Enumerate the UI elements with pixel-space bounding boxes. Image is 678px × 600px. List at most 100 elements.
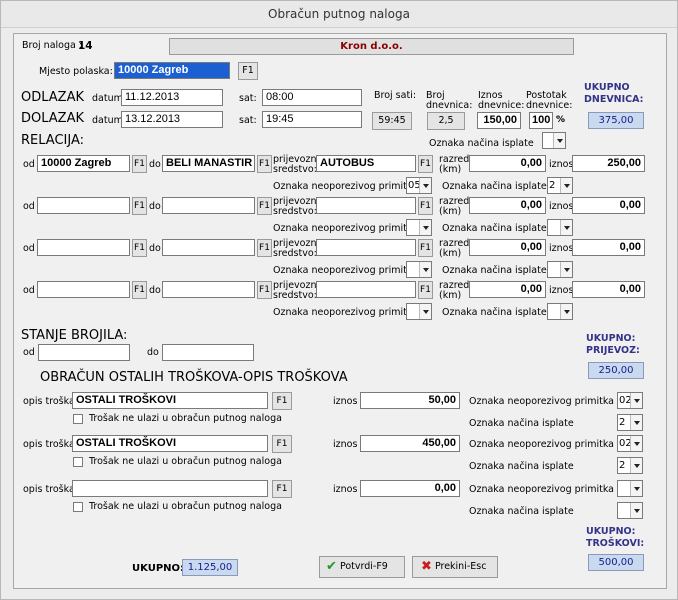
trosak-ne-ulazi-checkbox[interactable] [73,457,83,467]
prijevozno-f1-button[interactable]: F1 [418,155,433,173]
trosak-neoporezivog-select[interactable]: 02 [617,392,643,409]
prijevozno-sredstvo-input[interactable] [316,197,416,214]
opis-f1-button[interactable]: F1 [272,435,292,453]
prijevozno-f1-button[interactable]: F1 [418,197,433,215]
mjesto-polaska-input[interactable]: 10000 Zagreb [114,62,230,79]
prijevozno-f1-button[interactable]: F1 [418,239,433,257]
prijevozno-sredstvo-input[interactable] [316,281,416,298]
nacin-isplate-select[interactable] [547,219,573,236]
trosak-ne-ulazi-checkbox[interactable] [73,414,83,424]
neoporezivog-select[interactable]: 05 [406,177,432,194]
neoporezivog-select[interactable] [406,219,432,236]
relacija-od-f1-button[interactable]: F1 [132,155,147,173]
checkmark-icon: ✔ [326,559,337,574]
opis-troska-input[interactable] [72,480,268,497]
prekini-button[interactable]: ✖ Prekini-Esc [412,556,498,578]
relacija-od-label: od [23,243,35,254]
iznos-dnevnice-input[interactable]: 150,00 [477,112,521,129]
prijevozno-label-2: sredstvo: [273,164,317,175]
trosak-iznos-input[interactable]: 0,00 [360,480,460,497]
relacija-do-f1-button[interactable]: F1 [257,281,272,299]
relacija-iznos-input[interactable]: 250,00 [572,155,645,172]
odlazak-sat-label: sat: [239,93,257,104]
ukupno-troskovi-value: 500,00 [588,554,644,571]
neoporezivog-select[interactable] [406,261,432,278]
broj-sati-label: Broj sati: [374,90,417,101]
chevron-down-icon [419,262,431,277]
trosak-nacin-select[interactable] [617,502,643,519]
nacin-isplate-select[interactable] [547,303,573,320]
stanje-od-label: od [23,347,35,358]
neoporezivog-select[interactable] [406,303,432,320]
opis-f1-button[interactable]: F1 [272,392,292,410]
relacija-do-label: do [149,159,161,170]
oznaka-neoporezivog-label: Oznaka neoporezivog primitka [273,307,419,318]
razred-input[interactable]: 0,00 [469,281,546,298]
trosak-nacin-select[interactable]: 2 [617,457,643,474]
potvrdi-button[interactable]: ✔ Potvrdi-F9 [319,556,405,578]
relacija-iznos-input[interactable]: 0,00 [572,239,645,256]
relacija-do-input[interactable] [162,239,255,256]
stanje-do-label: do [147,347,159,358]
relacija-od-input[interactable] [37,197,130,214]
relacija-do-input[interactable]: BELI MANASTIR [162,155,255,172]
prijevozno-sredstvo-input[interactable] [316,239,416,256]
razred-label-2: (km) [439,164,462,175]
relacija-od-label: od [23,159,35,170]
prijevozno-f1-button[interactable]: F1 [418,281,433,299]
trosak-iznos-input[interactable]: 50,00 [360,392,460,409]
dolazak-datum-input[interactable]: 13.12.2013 [121,111,223,128]
nacin-isplate-select[interactable] [547,261,573,278]
relacija-do-input[interactable] [162,281,255,298]
nacin-isplate-select[interactable]: 2 [547,177,573,194]
opis-troska-input[interactable]: OSTALI TROŠKOVI [72,435,268,452]
relacija-od-f1-button[interactable]: F1 [132,239,147,257]
trosak-nacin-label: Oznaka načina isplate [469,506,574,517]
relacija-iznos-input[interactable]: 0,00 [572,281,645,298]
stanje-do-input[interactable] [162,344,254,361]
ukupno-prijevoz-label-2: PRIJEVOZ: [586,345,640,356]
trosak-neoporezivog-select[interactable]: 02 [617,435,643,452]
razred-input[interactable]: 0,00 [469,197,546,214]
opis-troska-label: opis troška [23,439,75,450]
prijevozno-sredstvo-input[interactable]: AUTOBUS [316,155,416,172]
ukupno-troskovi-label-1: UKUPNO: [586,526,636,537]
relacija-do-input[interactable] [162,197,255,214]
trosak-ne-ulazi-checkbox[interactable] [73,502,83,512]
relacija-do-f1-button[interactable]: F1 [257,197,272,215]
ukupno-prijevoz-value: 250,00 [588,362,644,379]
mjesto-f1-button[interactable]: F1 [238,62,258,80]
relacija-do-f1-button[interactable]: F1 [257,239,272,257]
relacija-od-input[interactable] [37,239,130,256]
relacija-do-f1-button[interactable]: F1 [257,155,272,173]
ukupno-value: 1.125,00 [182,559,238,576]
chevron-down-icon [630,415,642,430]
mjesto-polaska-label: Mjesto polaska: [39,66,113,77]
razred-label-2: (km) [439,248,462,259]
broj-sati-value: 59:45 [372,112,412,130]
postotak-input[interactable]: 100 [529,112,553,129]
nacin-isplate-top-select[interactable] [542,132,566,149]
relacija-od-input[interactable] [37,281,130,298]
dolazak-sat-input[interactable]: 19:45 [262,111,362,128]
opis-f1-button[interactable]: F1 [272,480,292,498]
relacija-od-f1-button[interactable]: F1 [132,197,147,215]
relacija-iznos-input[interactable]: 0,00 [572,197,645,214]
dolazak-label: DOLAZAK [21,111,85,126]
broj-dnevnica-value: 2,5 [427,112,465,130]
odlazak-datum-input[interactable]: 11.12.2013 [121,89,223,106]
razred-input[interactable]: 0,00 [469,239,546,256]
relacija-od-input[interactable]: 10000 Zagreb [37,155,130,172]
relacija-od-f1-button[interactable]: F1 [132,281,147,299]
chevron-down-icon [630,503,642,518]
trosak-neoporezivog-select[interactable] [617,480,643,497]
opis-troska-input[interactable]: OSTALI TROŠKOVI [72,392,268,409]
ukupno-dnevnica-label-2: DNEVNICA: [584,94,644,105]
company-name: Kron d.o.o. [169,38,574,55]
trosak-nacin-select[interactable]: 2 [617,414,643,431]
stanje-od-input[interactable] [38,344,130,361]
chevron-down-icon [419,178,431,193]
razred-input[interactable]: 0,00 [469,155,546,172]
trosak-iznos-input[interactable]: 450,00 [360,435,460,452]
odlazak-sat-input[interactable]: 08:00 [262,89,362,106]
